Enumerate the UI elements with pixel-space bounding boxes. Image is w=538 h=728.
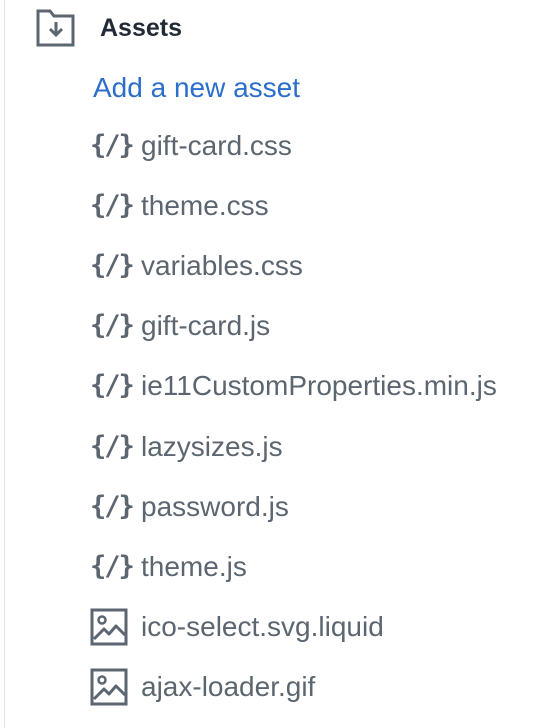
code-icon: {/}: [90, 370, 135, 401]
file-item-theme-css[interactable]: {/} theme.css: [90, 186, 269, 226]
file-name: gift-card.css: [141, 130, 292, 161]
file-name: theme.css: [141, 190, 269, 221]
code-icon: {/}: [90, 491, 135, 522]
file-name: lazysizes.js: [141, 431, 283, 462]
file-name: variables.css: [141, 250, 303, 281]
file-item-gift-card-js[interactable]: {/} gift-card.js: [90, 306, 270, 346]
file-name: password.js: [141, 491, 289, 522]
code-icon: {/}: [90, 250, 135, 281]
code-icon: {/}: [90, 130, 135, 161]
add-asset-link[interactable]: Add a new asset: [93, 70, 300, 106]
file-item-gift-card-css[interactable]: {/} gift-card.css: [90, 126, 292, 166]
file-name: ie11CustomProperties.min.js: [141, 370, 497, 401]
image-icon: [90, 667, 132, 707]
code-icon: {/}: [90, 310, 135, 341]
folder-download-icon[interactable]: [36, 8, 76, 48]
file-name: ico-select.svg.liquid: [141, 611, 384, 642]
section-title: Assets: [100, 14, 182, 42]
file-name: ajax-loader.gif: [141, 671, 316, 702]
code-icon: {/}: [90, 431, 135, 462]
file-item-lazysizes-js[interactable]: {/} lazysizes.js: [90, 427, 283, 467]
code-icon: {/}: [90, 551, 135, 582]
image-icon: [90, 607, 132, 647]
file-item-ico-select-svg-liquid[interactable]: ico-select.svg.liquid: [90, 607, 384, 647]
file-item-ajax-loader-gif[interactable]: ajax-loader.gif: [90, 667, 315, 707]
file-name: theme.js: [141, 551, 247, 582]
assets-section: Assets Add a new asset {/} gift-card.css…: [0, 0, 538, 728]
file-name: gift-card.js: [141, 310, 271, 341]
file-item-theme-js[interactable]: {/} theme.js: [90, 547, 247, 587]
code-icon: {/}: [90, 190, 135, 221]
file-item-password-js[interactable]: {/} password.js: [90, 487, 289, 527]
file-item-variables-css[interactable]: {/} variables.css: [90, 246, 303, 286]
file-item-ie11customproperties-min-js[interactable]: {/} ie11CustomProperties.min.js: [90, 366, 497, 406]
assets-header: [36, 8, 76, 48]
